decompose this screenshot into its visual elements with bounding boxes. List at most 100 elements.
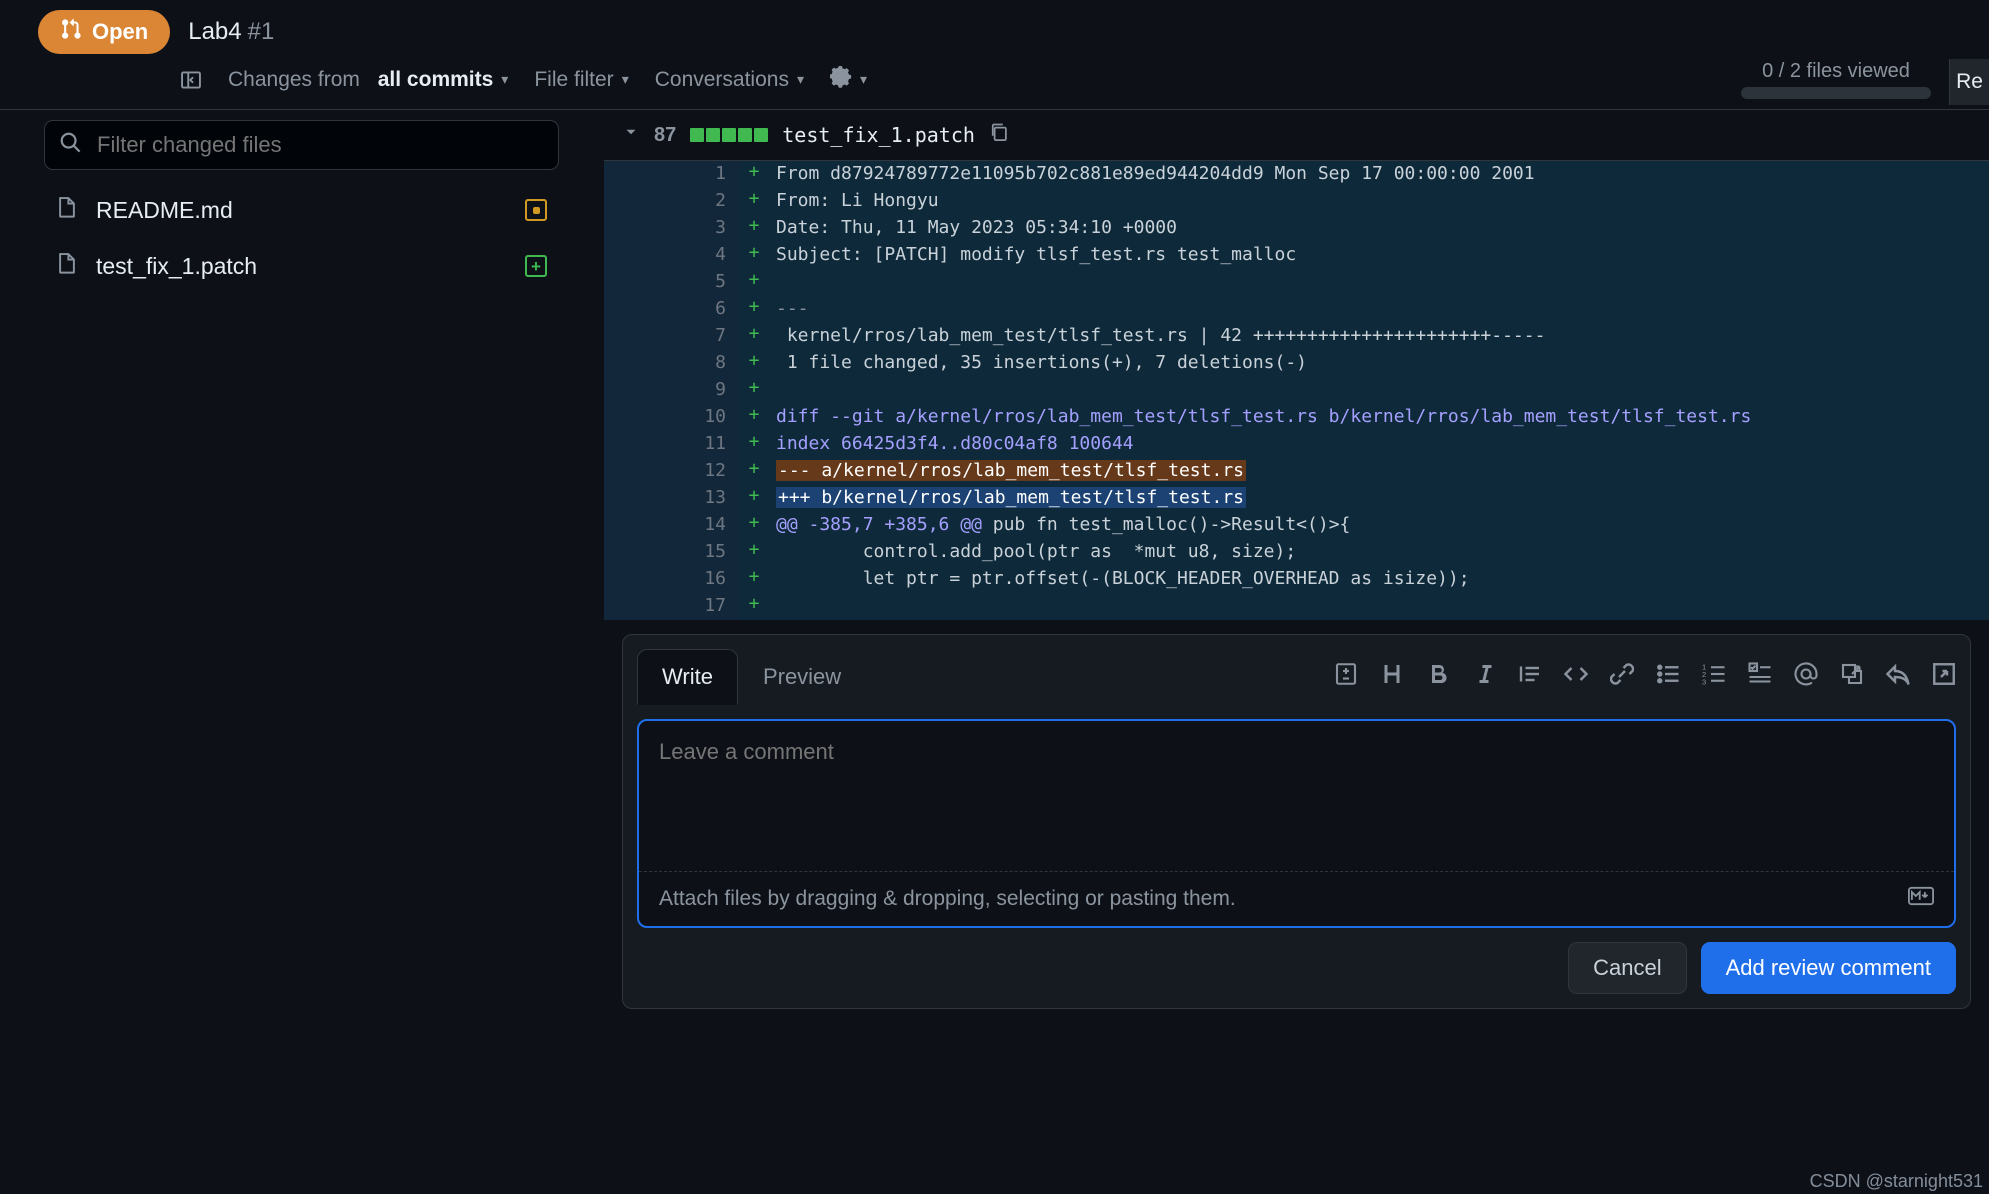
tab-write[interactable]: Write (637, 649, 738, 705)
bold-icon[interactable] (1426, 662, 1450, 692)
line-number-new: 2 (672, 188, 740, 215)
line-number-new: 4 (672, 242, 740, 269)
diff-line[interactable]: 1+From d87924789772e11095b702c881e89ed94… (604, 161, 1989, 188)
diff-line[interactable]: 16+ let ptr = ptr.offset(-(BLOCK_HEADER_… (604, 566, 1989, 593)
diff-line[interactable]: 10+diff --git a/kernel/rros/lab_mem_test… (604, 404, 1989, 431)
diff-marker: + (740, 377, 768, 404)
file-tree-item[interactable]: test_fix_1.patch+ (44, 238, 559, 294)
diff-line[interactable]: 5+ (604, 269, 1989, 296)
line-number-old (604, 350, 672, 377)
diff-marker: + (740, 350, 768, 377)
line-number-new: 16 (672, 566, 740, 593)
diff-marker: + (740, 593, 768, 620)
ul-icon[interactable] (1656, 662, 1680, 692)
diff-line[interactable]: 2+From: Li Hongyu (604, 188, 1989, 215)
diff-content: 1 file changed, 35 insertions(+), 7 dele… (768, 350, 1989, 377)
line-number-new: 15 (672, 539, 740, 566)
code-icon[interactable] (1564, 662, 1588, 692)
comment-textarea[interactable] (639, 721, 1954, 871)
italic-icon[interactable] (1472, 662, 1496, 692)
diff-marker: + (740, 458, 768, 485)
cancel-button[interactable]: Cancel (1568, 942, 1686, 994)
file-icon (56, 252, 78, 280)
line-number-old (604, 404, 672, 431)
settings-dropdown[interactable]: ▾ (830, 66, 867, 94)
diff-line[interactable]: 14+@@ -385,7 +385,6 @@ pub fn test_mallo… (604, 512, 1989, 539)
chevron-down-icon: ▾ (797, 71, 804, 88)
markdown-icon[interactable] (1908, 886, 1934, 912)
collapse-file-icon[interactable] (622, 123, 640, 147)
diff-content: diff --git a/kernel/rros/lab_mem_test/tl… (768, 404, 1989, 431)
diff-line[interactable]: 13++++ b/kernel/rros/lab_mem_test/tlsf_t… (604, 485, 1989, 512)
conversations-dropdown[interactable]: Conversations ▾ (655, 68, 804, 92)
copy-path-icon[interactable] (989, 122, 1009, 148)
line-number-old (604, 242, 672, 269)
file-header: 87 test_fix_1.patch (604, 110, 1989, 161)
diff-body: 1+From d87924789772e11095b702c881e89ed94… (604, 161, 1989, 620)
diff-line[interactable]: 17+ (604, 593, 1989, 620)
diff-marker: + (740, 512, 768, 539)
diff-content (768, 377, 1989, 404)
watermark: CSDN @starnight531 (1810, 1171, 1983, 1192)
mention-icon[interactable] (1794, 662, 1818, 692)
line-number-new: 12 (672, 458, 740, 485)
line-number-old (604, 458, 672, 485)
line-number-old (604, 593, 672, 620)
diff-line[interactable]: 3+Date: Thu, 11 May 2023 05:34:10 +0000 (604, 215, 1989, 242)
diff-content: --- a/kernel/rros/lab_mem_test/tlsf_test… (768, 458, 1989, 485)
diff-line[interactable]: 6+--- (604, 296, 1989, 323)
diff-content: index 66425d3f4..d80c04af8 100644 (768, 431, 1989, 458)
tab-preview[interactable]: Preview (738, 649, 866, 705)
pr-title: Lab4 (188, 18, 241, 46)
reference-icon[interactable] (1840, 662, 1864, 692)
line-number-new: 7 (672, 323, 740, 350)
diff-content: --- (768, 296, 1989, 323)
attach-hint-row[interactable]: Attach files by dragging & dropping, sel… (639, 871, 1954, 926)
link-icon[interactable] (1610, 662, 1634, 692)
diff-content: kernel/rros/lab_mem_test/tlsf_test.rs | … (768, 323, 1989, 350)
review-button-cut[interactable]: Re (1949, 59, 1989, 105)
diff-line[interactable]: 4+Subject: [PATCH] modify tlsf_test.rs t… (604, 242, 1989, 269)
diff-line[interactable]: 7+ kernel/rros/lab_mem_test/tlsf_test.rs… (604, 323, 1989, 350)
tasklist-icon[interactable] (1748, 662, 1772, 692)
pr-state-badge: Open (38, 10, 170, 54)
ol-icon[interactable]: 123 (1702, 662, 1726, 692)
diff-line[interactable]: 12+--- a/kernel/rros/lab_mem_test/tlsf_t… (604, 458, 1989, 485)
line-number-old (604, 512, 672, 539)
diff-line[interactable]: 15+ control.add_pool(ptr as *mut u8, siz… (604, 539, 1989, 566)
line-number-old (604, 485, 672, 512)
file-filter-input-wrap[interactable] (44, 120, 559, 170)
line-number-old (604, 377, 672, 404)
add-review-comment-button[interactable]: Add review comment (1701, 942, 1956, 994)
diff-content: Date: Thu, 11 May 2023 05:34:10 +0000 (768, 215, 1989, 242)
quote-icon[interactable] (1518, 662, 1542, 692)
reply-icon[interactable] (1886, 662, 1910, 692)
diff-line[interactable]: 8+ 1 file changed, 35 insertions(+), 7 d… (604, 350, 1989, 377)
file-path: test_fix_1.patch (782, 123, 975, 147)
diff-line[interactable]: 11+index 66425d3f4..d80c04af8 100644 (604, 431, 1989, 458)
line-number-old (604, 566, 672, 593)
attach-hint-text: Attach files by dragging & dropping, sel… (659, 887, 1236, 911)
expand-icon[interactable] (1932, 662, 1956, 692)
diff-marker: + (740, 269, 768, 296)
line-number-new: 10 (672, 404, 740, 431)
changes-from-dropdown[interactable]: Changes from all commits ▾ (228, 68, 508, 92)
file-name: README.md (96, 197, 507, 224)
file-tree-item[interactable]: README.md (44, 182, 559, 238)
file-filter-input[interactable] (95, 131, 544, 159)
file-filter-dropdown[interactable]: File filter ▾ (534, 68, 628, 92)
diff-marker: + (740, 539, 768, 566)
review-comment-box: Write Preview (622, 634, 1971, 1009)
markdown-toolbar: 123 (1334, 662, 1956, 692)
heading-icon[interactable] (1380, 662, 1404, 692)
diff-panel: 87 test_fix_1.patch 1+From d87924789772e… (604, 110, 1989, 1192)
line-number-new: 1 (672, 161, 740, 188)
diff-marker: + (740, 188, 768, 215)
sidebar-toggle-icon[interactable] (180, 69, 202, 91)
line-number-new: 9 (672, 377, 740, 404)
diff-content: let ptr = ptr.offset(-(BLOCK_HEADER_OVER… (768, 566, 1989, 593)
diff-line[interactable]: 9+ (604, 377, 1989, 404)
suggestion-icon[interactable] (1334, 662, 1358, 692)
line-number-new: 5 (672, 269, 740, 296)
diff-marker: + (740, 485, 768, 512)
